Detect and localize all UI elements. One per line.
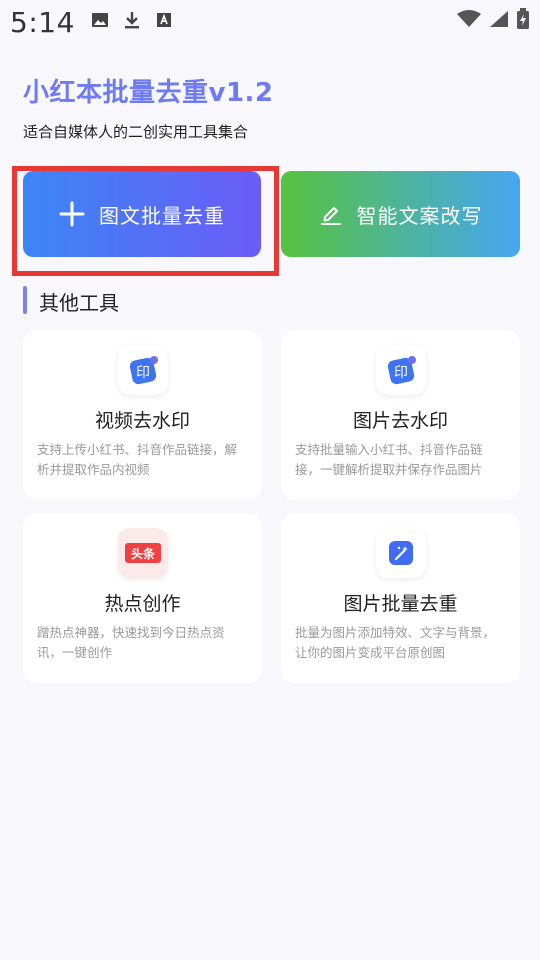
status-time: 5:14: [10, 6, 75, 39]
notification-icons: [90, 10, 174, 30]
signal-icon: [490, 11, 508, 27]
tool-title: 视频去水印: [94, 410, 190, 432]
stamp-glyph: 印: [394, 365, 408, 381]
plus-icon: [59, 201, 85, 227]
rewrite-button-label: 智能文案改写: [356, 203, 483, 228]
toutiao-icon: 头条: [117, 528, 168, 578]
dedupe-button-label: 图文批量去重: [99, 203, 225, 228]
toutiao-glyph: 头条: [130, 546, 155, 561]
battery-icon: [517, 8, 529, 29]
tool-description: 支持批量输入小红书、抖音作品链接，一键解析提取并保存作品图片: [295, 442, 483, 477]
pencil-icon: [319, 202, 343, 226]
tool-card-hot-topics[interactable]: 头条 热点创作 蹭热点神器，快速找到今日热点资讯，一键创作: [23, 513, 262, 683]
stamp-glyph: 印: [136, 365, 150, 381]
tool-description: 支持上传小红书、抖音作品链接，解析并提取作品内视频: [37, 442, 238, 477]
stamp-video-icon: 印: [117, 345, 168, 395]
wifi-icon: [457, 10, 481, 27]
tool-title: 图片去水印: [352, 410, 448, 432]
tool-title: 图片批量去重: [343, 593, 458, 615]
tool-title: 热点创作: [104, 593, 181, 615]
app-title: 小红本批量去重v1.2: [23, 78, 274, 108]
tool-card-image-watermark[interactable]: 印 图片去水印 支持批量输入小红书、抖音作品链接，一键解析提取并保存作品图片: [281, 330, 520, 500]
section-accent-bar: [23, 286, 27, 314]
image-icon: [92, 13, 108, 27]
app-subtitle: 适合自媒体人的二创实用工具集合: [23, 123, 249, 141]
tool-description: 蹭热点神器，快速找到今日热点资讯，一键创作: [37, 625, 225, 660]
image-text-dedupe-button[interactable]: 图文批量去重: [23, 171, 261, 257]
tool-card-video-watermark[interactable]: 印 视频去水印 支持上传小红书、抖音作品链接，解析并提取作品内视频: [23, 330, 262, 500]
download-icon: [125, 12, 139, 29]
stamp-image-icon: 印: [375, 345, 426, 395]
system-icons: [456, 8, 530, 30]
smart-copy-rewrite-button[interactable]: 智能文案改写: [281, 171, 520, 257]
tool-card-image-dedupe[interactable]: 图片批量去重 批量为图片添加特效、文字与背景，让你的图片变成平台原创图: [281, 513, 520, 683]
section-title: 其他工具: [39, 291, 119, 315]
font-icon: [157, 13, 171, 27]
magic-wand-icon: [375, 528, 426, 578]
tool-description: 批量为图片添加特效、文字与背景，让你的图片变成平台原创图: [295, 625, 496, 660]
status-bar: 5:14: [0, 0, 540, 44]
